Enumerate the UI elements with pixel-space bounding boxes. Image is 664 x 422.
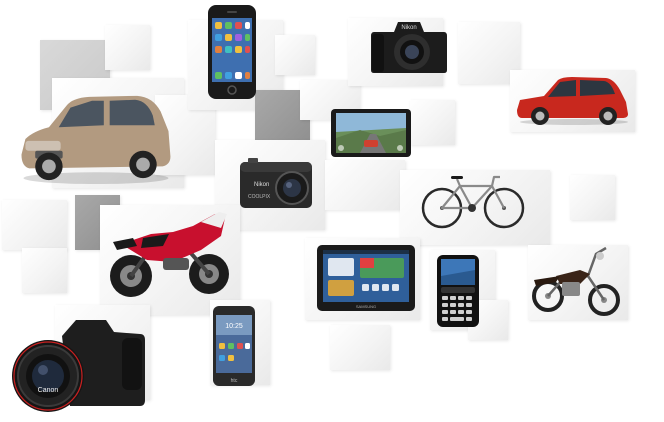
compact-model-label: COOLPIX — [248, 194, 271, 200]
bg-tile — [22, 248, 67, 293]
camera-brand-label: Nikon — [401, 25, 416, 31]
htc-phone-graphic: 10:25 htc — [213, 306, 255, 386]
bg-tile — [410, 100, 455, 145]
bg-tile — [325, 160, 405, 210]
camera-icon: Canon — [10, 314, 146, 414]
classic-motorcycle-graphic — [532, 246, 620, 316]
motorcycle-icon — [532, 240, 620, 320]
camera-icon: Nikon — [370, 18, 448, 74]
bg-tile — [275, 35, 315, 75]
tablet-brand-label: SAMSUNG — [356, 304, 376, 309]
car-beige-graphic — [21, 95, 171, 185]
compact-camera-graphic: Nikon COOLPIX — [240, 158, 312, 208]
dslr-canon-graphic: Canon — [12, 320, 145, 412]
smartphone-icon — [207, 4, 257, 100]
compact-brand-label: Nikon — [254, 182, 269, 188]
iphone-graphic — [208, 5, 256, 99]
bg-tile — [570, 175, 615, 220]
dslr-nikon-graphic: Nikon — [371, 22, 447, 73]
phone-icon — [436, 254, 480, 328]
car-icon — [514, 72, 630, 126]
blackberry-graphic — [437, 255, 479, 327]
tablet-icon: SAMSUNG — [316, 244, 416, 312]
tablet-icon — [330, 108, 412, 158]
bicycle-graphic — [421, 175, 525, 229]
camera-icon: Nikon COOLPIX — [238, 156, 314, 214]
bicycle-icon — [420, 172, 526, 230]
product-collage: Nikon Nikon COOLPIX SAMSUNG Canon 10:25 … — [0, 0, 664, 422]
tablet-game-graphic — [331, 109, 411, 157]
bg-tile — [2, 200, 67, 250]
smartphone-icon: 10:25 htc — [212, 305, 256, 387]
camera-brand-label: Canon — [38, 387, 59, 394]
car-icon — [15, 88, 173, 186]
htc-brand-label: htc — [231, 378, 238, 384]
sport-motorcycle-graphic — [110, 212, 229, 297]
motorcycle-icon — [103, 204, 235, 300]
car-red-graphic — [517, 77, 628, 125]
htc-clock-digits: 10:25 — [225, 323, 243, 330]
tablet-home-graphic: SAMSUNG — [317, 245, 415, 311]
bg-tile — [105, 25, 150, 70]
bg-tile — [330, 325, 390, 370]
